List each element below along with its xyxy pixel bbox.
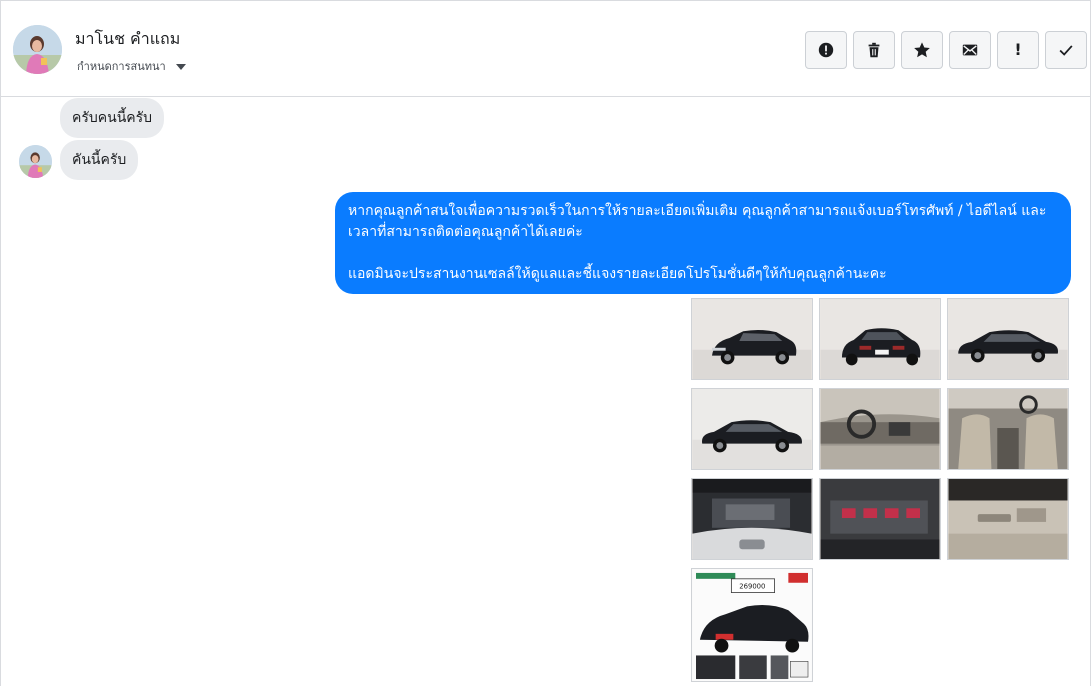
- conversation-settings-label: กำหนดการสนทนา: [77, 60, 166, 73]
- exclamation-icon: !: [1014, 40, 1022, 59]
- outgoing-message[interactable]: หากคุณลูกค้าสนใจเพื่อความรวดเร็วในการให้…: [335, 192, 1071, 294]
- alert-circle-icon: [818, 42, 834, 58]
- incoming-message[interactable]: คันนี้ครับ: [60, 140, 139, 180]
- photo-car-rear[interactable]: [819, 298, 941, 380]
- sender-avatar[interactable]: [19, 145, 52, 178]
- check-icon: [1059, 45, 1073, 56]
- conversation-panel: มาโนช คำแถม กำหนดการสนทนา ! ครับคนนี้ครั…: [0, 0, 1091, 686]
- header-actions: !: [805, 31, 1087, 69]
- incoming-message[interactable]: ครับคนนี้ครับ: [60, 98, 165, 138]
- mark-unread-button[interactable]: [949, 31, 991, 69]
- avatar[interactable]: [13, 25, 62, 74]
- report-button[interactable]: [805, 31, 847, 69]
- trash-icon: [868, 42, 880, 58]
- photo-car-front-left[interactable]: [691, 298, 813, 380]
- photo-dashboard[interactable]: [819, 388, 941, 470]
- outgoing-message-paragraph: แอดมินจะประสานงานเซลล์ให้ดูแลและชี้แจงรา…: [348, 266, 887, 282]
- mark-important-button[interactable]: !: [997, 31, 1039, 69]
- conversation-settings-dropdown[interactable]: กำหนดการสนทนา: [77, 57, 186, 75]
- star-icon: [914, 42, 930, 58]
- mark-done-button[interactable]: [1045, 31, 1087, 69]
- photo-front-seats[interactable]: [947, 388, 1069, 470]
- conversation-header: มาโนช คำแถม กำหนดการสนทนา !: [1, 1, 1090, 97]
- caret-down-icon: [175, 63, 186, 70]
- star-button[interactable]: [901, 31, 943, 69]
- contact-name[interactable]: มาโนช คำแถม: [75, 27, 180, 52]
- photo-engine-detail[interactable]: [819, 478, 941, 560]
- photo-promo-poster[interactable]: 269000: [691, 568, 813, 682]
- photo-car-side-right[interactable]: [947, 298, 1069, 380]
- envelope-icon: [962, 44, 978, 56]
- delete-button[interactable]: [853, 31, 895, 69]
- photo-engine-bay[interactable]: [691, 478, 813, 560]
- outgoing-message-paragraph: หากคุณลูกค้าสนใจเพื่อความรวดเร็วในการให้…: [348, 203, 1047, 240]
- photo-door-panel[interactable]: [947, 478, 1069, 560]
- photo-car-side-left[interactable]: [691, 388, 813, 470]
- promo-price: 269000: [739, 583, 765, 591]
